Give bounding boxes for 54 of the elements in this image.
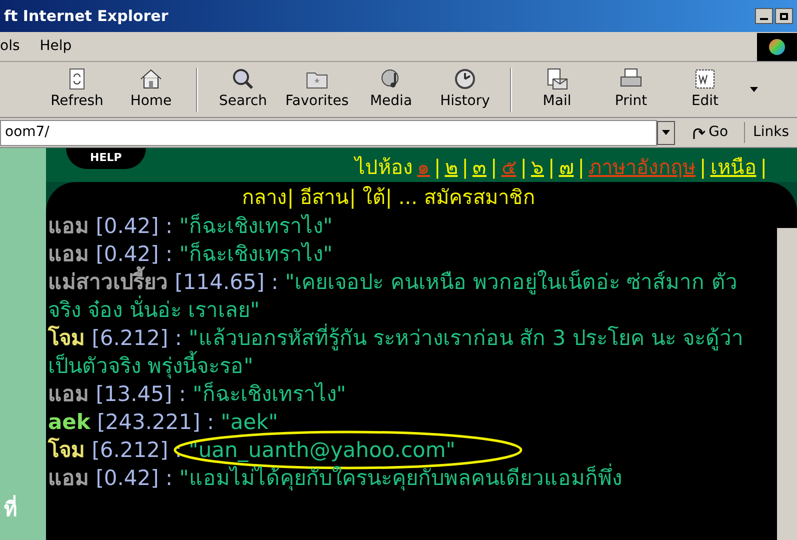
separator: | <box>578 154 584 181</box>
goto-label: ไปห้อง <box>355 154 413 181</box>
clock-icon <box>453 67 477 91</box>
mail-icon <box>545 67 569 91</box>
house-icon <box>139 67 163 91</box>
toolbar-button[interactable]: Print <box>594 67 668 112</box>
chat-message: แอม [13.45] : "ก็ฉะเชิงเทราไง" <box>48 380 347 408</box>
side-text: ที่ <box>4 494 18 523</box>
go-button[interactable]: Go <box>682 122 736 143</box>
toolbar-button[interactable]: Refresh <box>40 67 114 112</box>
separator: | <box>490 154 498 181</box>
restore-icon <box>780 12 788 20</box>
toolbar-button[interactable]: Home <box>114 67 188 112</box>
windows-logo-icon <box>757 32 797 60</box>
toolbar-button[interactable]: Media <box>354 67 428 112</box>
separator: | <box>434 154 441 181</box>
toolbar-button[interactable]: Mail <box>520 67 594 112</box>
help-badge[interactable]: HELP <box>66 148 146 168</box>
room-link[interactable]: ๖ <box>531 152 544 182</box>
separator: | <box>548 154 555 181</box>
chat-message: แอม [0.42] : "แอมไม่ได้คุยกับใครนะคุยกับพลคนเดียวแอมก็พึ่ง <box>48 464 769 492</box>
separator: | <box>520 154 527 181</box>
window-title: ft Internet Explorer <box>4 6 168 27</box>
chat-message: โจม [6.212] : "แล้วบอกรหัสที่รู้กัน ระหว่างเราก่อน สัก 3 ประโยค นะ จะดู้ว่าเป็นตัวจริง พรุ่งนี้จะรอ" <box>48 324 769 380</box>
search-icon <box>231 67 255 91</box>
menu-item[interactable]: ols <box>0 36 20 57</box>
separator: | <box>700 154 706 181</box>
document-icon <box>693 67 717 91</box>
restore-button[interactable] <box>775 8 793 24</box>
dropdown-icon <box>662 130 670 135</box>
dropdown-button[interactable] <box>656 120 675 144</box>
room-link[interactable]: ๗ <box>558 152 574 182</box>
room-link[interactable]: ๓ <box>472 152 486 182</box>
toolbar-button[interactable]: History <box>428 67 502 112</box>
toolbar-button[interactable]: Favorites <box>280 67 354 112</box>
links-button[interactable]: Links <box>744 122 797 143</box>
room-link[interactable]: เหนือ <box>710 152 756 182</box>
go-arrow-icon <box>690 126 705 140</box>
separator: | <box>760 154 767 181</box>
chat-message: aek [243.221] : "aek" <box>48 409 280 436</box>
chat-message: แม่สาวเปรี้ยว [114.65] : "เคยเจอปะ คนเหนือ พวกอยู่ในเน็ตอ่ะ ซ่าส์มาก ตัวจริง จ๋อง นั่นอ่ะ เราเลย" <box>48 268 769 324</box>
chat-message: แอม [0.42] : "ก็ฉะเชิงเทราไง" <box>48 212 334 240</box>
scrollbar[interactable] <box>777 228 797 540</box>
dropdown-icon[interactable] <box>750 87 758 92</box>
separator: | <box>462 154 468 181</box>
toolbar-button[interactable]: Search <box>206 67 280 112</box>
room-link[interactable]: ๒ <box>444 152 458 182</box>
minimize-icon <box>760 18 768 20</box>
chat-message: แอม [0.42] : "ก็ฉะเชิงเทราไง" <box>48 240 334 266</box>
address-field[interactable]: oom7/ <box>0 120 657 146</box>
toolbar-button[interactable]: Edit <box>668 67 742 112</box>
region-links: กลาง| อีสาน| ใต้| ... สมัครสมาชิก <box>241 184 536 211</box>
minimize-button[interactable] <box>755 8 773 24</box>
menu-item[interactable]: Help <box>40 36 72 57</box>
